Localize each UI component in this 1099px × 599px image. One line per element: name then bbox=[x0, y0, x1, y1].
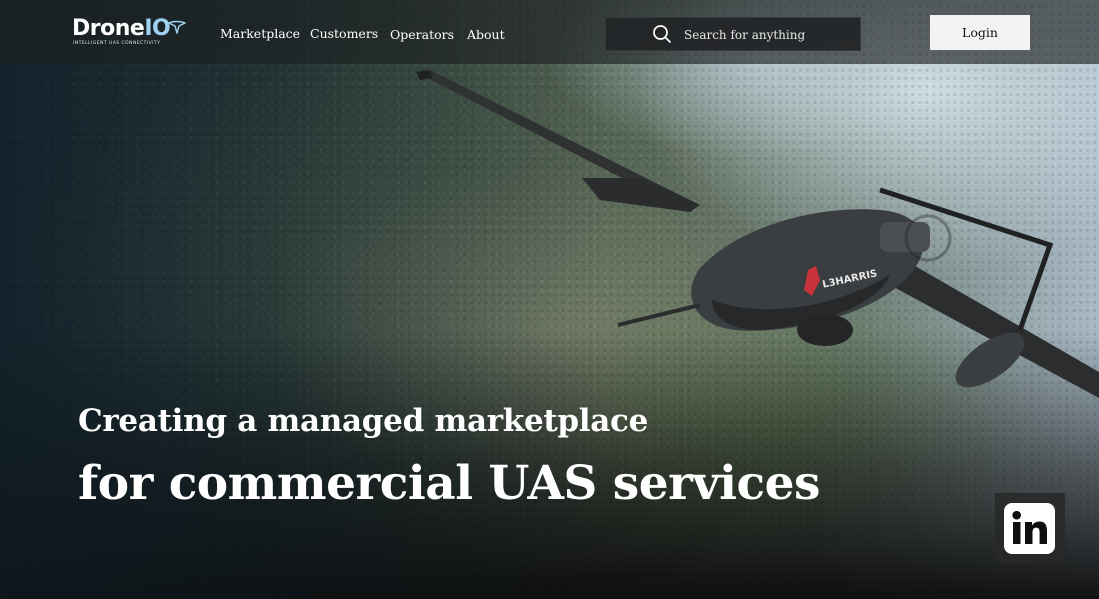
hero-headline-line1: Creating a managed marketplace bbox=[78, 403, 649, 439]
logo-wordmark-suffix: IO bbox=[144, 16, 171, 41]
logo-wordmark: DroneIO bbox=[72, 16, 171, 41]
logo-wordmark-prefix: Drone bbox=[72, 16, 145, 41]
nav-marketplace[interactable]: Marketplace bbox=[220, 26, 300, 41]
hero-headline-line2: for commercial UAS services bbox=[78, 456, 821, 511]
logo-tagline: INTELLIGENT UAS CONNECTIVITY bbox=[73, 41, 161, 46]
top-navigation-bar: DroneIO INTELLIGENT UAS CONNECTIVITY Mar… bbox=[0, 0, 1099, 64]
login-button[interactable]: Login bbox=[930, 15, 1030, 50]
linkedin-icon bbox=[1004, 503, 1055, 554]
nav-about[interactable]: About bbox=[467, 27, 505, 42]
search-icon[interactable] bbox=[652, 24, 672, 44]
nav-operators[interactable]: Operators bbox=[390, 27, 454, 42]
linkedin-link[interactable] bbox=[995, 493, 1065, 563]
search-input[interactable] bbox=[684, 24, 854, 46]
dronio-logo[interactable]: DroneIO INTELLIGENT UAS CONNECTIVITY bbox=[72, 16, 192, 50]
nav-customers[interactable]: Customers bbox=[310, 26, 378, 41]
drone-arrow-icon bbox=[168, 20, 186, 34]
search-box[interactable] bbox=[605, 17, 861, 51]
